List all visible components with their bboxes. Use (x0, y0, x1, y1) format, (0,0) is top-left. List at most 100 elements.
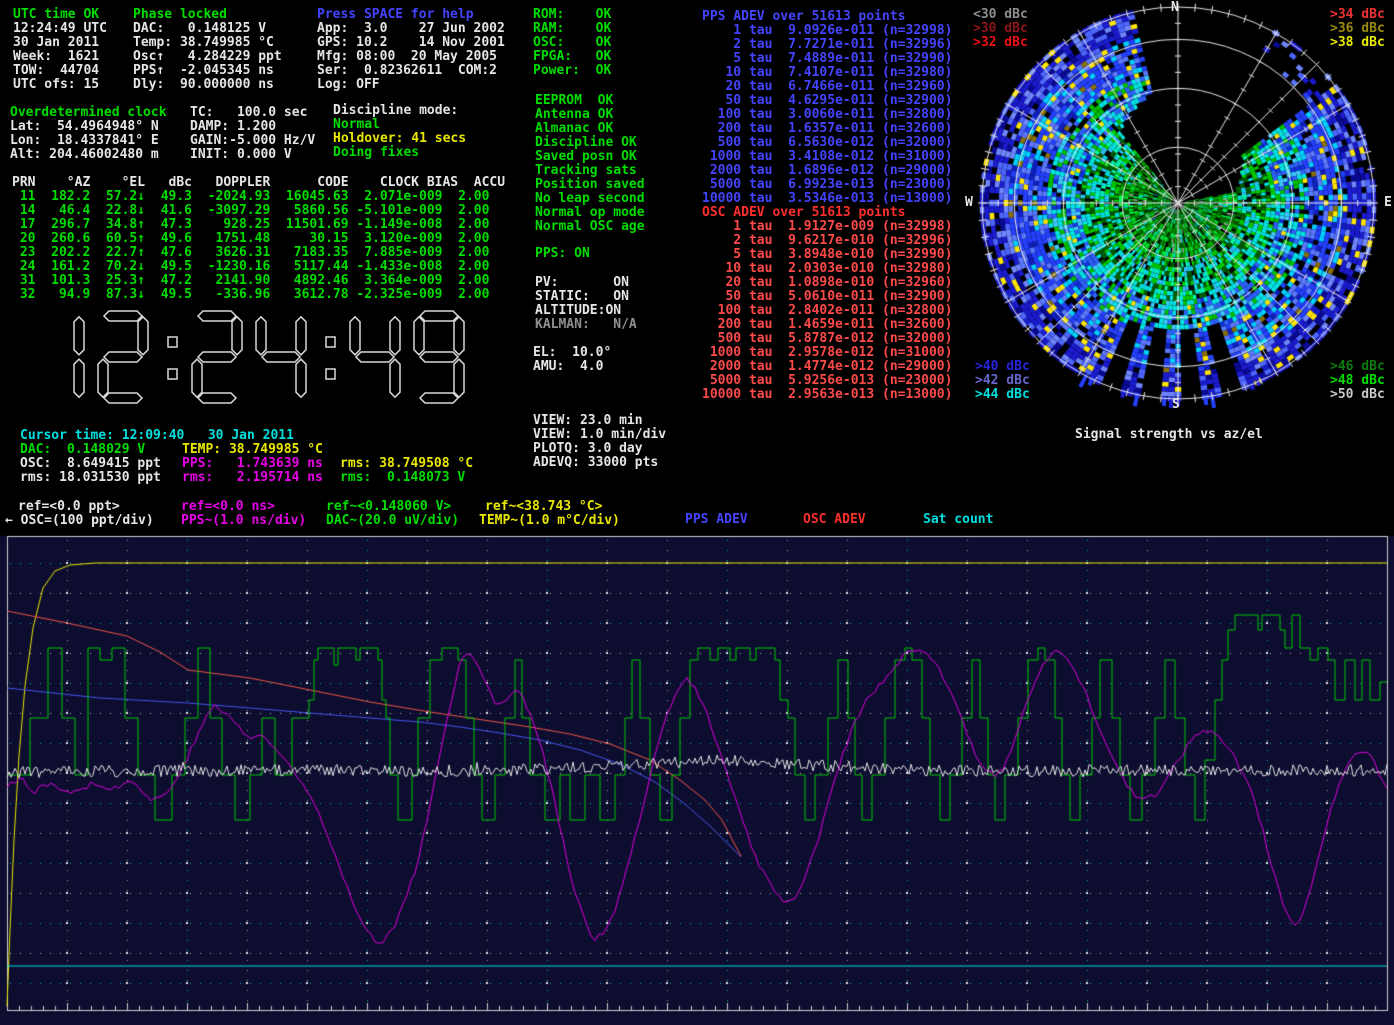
text-line: Lat: 54.4964948° N (10, 120, 159, 134)
dbc-legend-item: >34 dBc (1330, 8, 1385, 22)
adev-row: 20 tau 6.7466e-011 (n=32960) (702, 80, 952, 94)
text-line: INIT: 0.000 V (190, 148, 315, 162)
text-line: UTC ofs: 15 (13, 78, 107, 92)
rms-pps: rms: 2.195714 ns (182, 471, 323, 485)
text-line: Temp: 38.749985 °C (133, 36, 282, 50)
compass-east: E (1384, 196, 1392, 210)
osc-adev-table: 1 tau 1.9127e-009 (n=32998) 2 tau 9.6217… (702, 220, 952, 402)
adev-row: 10 tau 7.4107e-011 (n=32980) (702, 66, 952, 80)
clock-segment (296, 359, 306, 397)
discipline-label: Discipline mode: (333, 104, 458, 118)
clock-segment (390, 317, 400, 355)
clock-segment (192, 359, 202, 397)
clock-segment (138, 317, 148, 355)
osc-adev-title: OSC ADEV over 51613 points (702, 206, 906, 220)
dbc-legend-top-right: >34 dBc>36 dBc>38 dBc (1330, 8, 1385, 50)
cursor-time: Cursor time: 12:09:40 30 Jan 2011 (20, 429, 294, 443)
adev-row: 2 tau 9.6217e-010 (n=32996) (702, 234, 952, 248)
clock-segment (198, 393, 236, 403)
text-line: Tracking sats (535, 164, 645, 178)
text-line: App: 3.0 27 Jun 2002 (317, 22, 505, 36)
adev-row: 200 tau 1.4659e-011 (n=32600) (702, 318, 952, 332)
clock-segment (420, 311, 458, 321)
discipline-mode: Normal (333, 118, 380, 132)
sat-table-header: PRN °AZ °EL dBc DOPPLER CODE CLOCK BIAS … (12, 176, 505, 190)
text-line: No leap second (535, 192, 645, 206)
clock-segment (350, 317, 360, 355)
clock-segment (232, 317, 242, 355)
temp-ref: ref~<38.743 °C> (485, 500, 602, 514)
sat-row: 31 101.3 25.3↑ 47.2 2141.90 4892.46 3.36… (12, 274, 489, 288)
phase-lines: DAC: 0.148125 VTemp: 38.749985 °COsc↑ 4.… (133, 22, 282, 92)
text-line: ROM: OK (533, 8, 611, 22)
sat-row: 24 161.2 70.2↓ 49.5 -1230.16 5117.44 -1.… (12, 260, 489, 274)
seven-segment-clock (28, 308, 498, 408)
clock-segment (198, 352, 236, 362)
clock-mode-title: Overdetermined clock (10, 106, 167, 120)
loop-param-lines: TC: 100.0 secDAMP: 1.200GAIN:-5.000 Hz/V… (190, 106, 315, 162)
text-line: FPGA: OK (533, 50, 611, 64)
lady-heather-screen: UTC time OK 12:24:49 UTC30 Jan 2011Week:… (0, 0, 1394, 1025)
clock-segment (74, 359, 84, 397)
pps-adev-table: 1 tau 9.0926e-011 (n=32998) 2 tau 7.7271… (702, 24, 952, 206)
adev-row: 100 tau 3.0060e-011 (n=32800) (702, 108, 952, 122)
cursor-dac: DAC: 0.148029 V (20, 443, 145, 457)
text-line: Antenna OK (535, 108, 645, 122)
text-line: PLOTQ: 3.0 day (533, 442, 666, 456)
text-line: RAM: OK (533, 22, 611, 36)
dbc-legend-item: >46 dBc (1330, 360, 1385, 374)
text-line: Log: OFF (317, 78, 505, 92)
compass-west: W (965, 196, 973, 210)
cursor-pps: PPS: 1.743639 ns (182, 457, 323, 471)
rms-temp: rms: 38.749508 °C (340, 457, 473, 471)
help-banner: Press SPACE for help (317, 8, 474, 22)
clock-segment (356, 352, 394, 362)
dbc-legend-bottom-right: >46 dBc>48 dBc>50 dBc (1330, 360, 1385, 402)
text-line: DAC: 0.148125 V (133, 22, 282, 36)
compass-south: S (1172, 398, 1180, 412)
text-line: Almanac OK (535, 122, 645, 136)
compass-north: N (1171, 1, 1179, 15)
text-line: TOW: 44704 (13, 64, 107, 78)
cursor-osc: OSC: 8.649415 ppt (20, 457, 161, 471)
dbc-legend-item: >50 dBc (1330, 388, 1385, 402)
sat-row: 14 46.4 22.8↓ 41.6 -3097.29 5860.56 -5.1… (12, 204, 489, 218)
text-line: OSC: OK (533, 36, 611, 50)
dbc-legend-item: >32 dBc (973, 36, 1028, 50)
adev-row: 5000 tau 6.9923e-013 (n=23000) (702, 178, 952, 192)
sat-row: 20 260.6 60.5↑ 49.6 1751.48 30.15 3.120e… (12, 232, 489, 246)
text-line: Alt: 204.46002480 m (10, 148, 159, 162)
text-line: Normal OSC age (535, 220, 645, 234)
text-line: Saved posn OK (535, 150, 645, 164)
text-line: Ser: 0.82362611 COM:2 (317, 64, 505, 78)
clock-colon (326, 337, 335, 347)
text-line: PPS↑ -2.045345 ns (133, 64, 282, 78)
text-line: VIEW: 1.0 min/div (533, 428, 666, 442)
static-mode: STATIC: ON (535, 290, 629, 304)
fixes-status: Doing fixes (333, 146, 419, 160)
adev-row: 500 tau 5.8787e-012 (n=32000) (702, 332, 952, 346)
text-line: Osc↑ 4.284229 ppt (133, 50, 282, 64)
text-line: ADEVQ: 33000 pts (533, 456, 666, 470)
clock-segment (420, 352, 458, 362)
clock-colon (326, 369, 335, 379)
clock-segment (414, 317, 424, 355)
text-line: Week: 1621 (13, 50, 107, 64)
sat-row: 11 182.2 57.2↓ 49.3 -2024.93 16045.63 2.… (12, 190, 489, 204)
text-line: Discipline OK (535, 136, 645, 150)
clock-segment (74, 317, 84, 355)
history-plot-area[interactable] (0, 525, 1394, 1025)
clock-segment (262, 352, 300, 362)
clock-segment (454, 317, 464, 355)
adev-row: 1000 tau 3.4108e-012 (n=31000) (702, 150, 952, 164)
text-line: Power: OK (533, 64, 611, 78)
text-line: Normal op mode (535, 206, 645, 220)
el-mask: EL: 10.0° (533, 346, 611, 360)
text-line: Dly: 90.000000 ns (133, 78, 282, 92)
adev-row: 20 tau 1.0898e-010 (n=32960) (702, 276, 952, 290)
clock-segment (104, 393, 142, 403)
dbc-legend-item: >42 dBc (975, 374, 1030, 388)
clock-colon (168, 337, 177, 347)
adev-row: 2000 tau 1.4774e-012 (n=29000) (702, 360, 952, 374)
adev-row: 50 tau 4.6295e-011 (n=32900) (702, 94, 952, 108)
